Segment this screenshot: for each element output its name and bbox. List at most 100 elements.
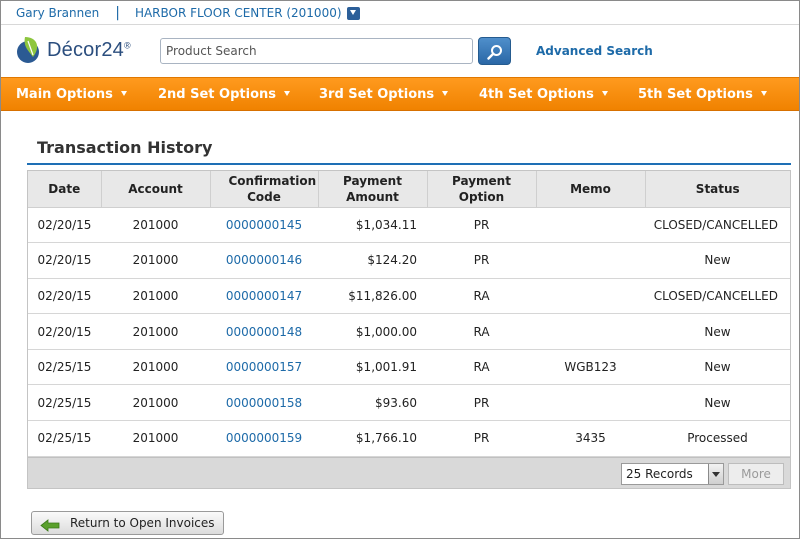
cell-date: 02/25/15 [28, 420, 101, 457]
col-header-account[interactable]: Account [101, 171, 211, 208]
nav-main-options-label: Main Options [16, 87, 113, 102]
table-header-row: Date Account Confirmation Code Payment A… [28, 171, 790, 208]
cell-date: 02/20/15 [28, 278, 101, 315]
cell-memo [536, 313, 645, 350]
cell-account: 201000 [101, 313, 210, 350]
cell-amount: $1,766.10 [318, 420, 427, 457]
caret-down-icon [284, 91, 291, 96]
records-per-page-select[interactable]: 25 Records [621, 462, 724, 485]
cell-status: New [645, 242, 790, 279]
return-to-open-invoices-button[interactable]: Return to Open Invoices [31, 511, 224, 535]
confirmation-code-link[interactable]: 0000000145 [226, 218, 302, 232]
user-bar-separator: | [115, 4, 120, 21]
search-button[interactable] [478, 37, 511, 65]
confirmation-code-link[interactable]: 0000000148 [226, 325, 302, 339]
cell-amount: $11,826.00 [318, 278, 427, 315]
cell-account: 201000 [101, 278, 210, 315]
main-nav: Main Options 2nd Set Options 3rd Set Opt… [1, 77, 799, 111]
col-header-confirmation-code[interactable]: Confirmation Code [210, 171, 319, 208]
caret-down-icon [760, 91, 767, 96]
cell-date: 02/20/15 [28, 207, 101, 244]
table-row: 02/20/15 201000 0000000148 $1,000.00 RA … [28, 313, 790, 350]
col-header-memo[interactable]: Memo [536, 171, 646, 208]
cell-memo [536, 207, 645, 244]
table-row: 02/25/15 201000 0000000157 $1,001.91 RA … [28, 349, 790, 386]
cell-option: RA [427, 313, 536, 350]
chevron-down-icon[interactable] [708, 463, 723, 484]
product-search-input[interactable] [160, 38, 473, 64]
cell-option: PR [427, 420, 536, 457]
title-divider [27, 163, 791, 165]
confirmation-code-link[interactable]: 0000000158 [226, 396, 302, 410]
confirmation-code-link[interactable]: 0000000146 [226, 253, 302, 267]
cell-account: 201000 [101, 349, 210, 386]
cell-account: 201000 [101, 384, 210, 422]
confirmation-code-link[interactable]: 0000000157 [226, 360, 302, 374]
nav-4th-set-options-label: 4th Set Options [479, 87, 594, 102]
cell-option: PR [427, 242, 536, 279]
cell-date: 02/25/15 [28, 349, 101, 386]
logo-wordmark: Décor24 [47, 38, 124, 61]
cell-memo [536, 242, 645, 279]
cell-account: 201000 [101, 242, 210, 279]
table-row: 02/25/15 201000 0000000158 $93.60 PR New [28, 384, 790, 422]
user-bar: Gary Brannen | HARBOR FLOOR CENTER (2010… [1, 1, 799, 25]
logo-leaf-icon [15, 33, 45, 67]
nav-4th-set-options[interactable]: 4th Set Options [479, 78, 608, 111]
nav-2nd-set-options-label: 2nd Set Options [158, 87, 277, 102]
logo-text: Décor24® [47, 39, 131, 62]
table-row: 02/25/15 201000 0000000159 $1,766.10 PR … [28, 420, 790, 457]
nav-3rd-set-options[interactable]: 3rd Set Options [319, 78, 449, 111]
cell-date: 02/25/15 [28, 384, 101, 422]
cell-status: New [645, 349, 790, 386]
table-row: 02/20/15 201000 0000000146 $124.20 PR Ne… [28, 242, 790, 279]
search-icon [487, 45, 502, 60]
cell-amount: $124.20 [318, 242, 427, 279]
col-header-date[interactable]: Date [28, 171, 102, 208]
store-dropdown-icon[interactable] [346, 7, 360, 20]
nav-3rd-set-options-label: 3rd Set Options [319, 87, 435, 102]
cell-status: New [645, 384, 790, 422]
table-row: 02/20/15 201000 0000000147 $11,826.00 RA… [28, 278, 790, 315]
table-row: 02/20/15 201000 0000000145 $1,034.11 PR … [28, 207, 790, 244]
cell-status: CLOSED/CANCELLED [645, 278, 790, 315]
cell-date: 02/20/15 [28, 313, 101, 350]
cell-status: Processed [645, 420, 790, 457]
table-footer-bar: 25 Records More [28, 456, 790, 488]
more-button[interactable]: More [728, 462, 784, 485]
nav-2nd-set-options[interactable]: 2nd Set Options [158, 78, 291, 111]
nav-5th-set-options[interactable]: 5th Set Options [638, 78, 767, 111]
nav-main-options[interactable]: Main Options [16, 78, 127, 111]
cell-option: RA [427, 349, 536, 386]
user-name-link[interactable]: Gary Brannen [16, 6, 99, 20]
caret-down-icon [120, 91, 127, 96]
store-selector-link[interactable]: HARBOR FLOOR CENTER (201000) [135, 6, 342, 20]
col-header-payment-amount[interactable]: Payment Amount [318, 171, 428, 208]
transaction-table: Date Account Confirmation Code Payment A… [28, 171, 790, 457]
cell-memo [536, 384, 645, 422]
nav-5th-set-options-label: 5th Set Options [638, 87, 753, 102]
cell-account: 201000 [101, 207, 210, 244]
cell-memo: WGB123 [536, 349, 645, 386]
cell-account: 201000 [101, 420, 210, 457]
header: Décor24® Advanced Search [1, 25, 799, 77]
cell-memo: 3435 [536, 420, 645, 457]
cell-status: CLOSED/CANCELLED [645, 207, 790, 244]
confirmation-code-link[interactable]: 0000000159 [226, 431, 302, 445]
cell-memo [536, 278, 645, 315]
logo[interactable]: Décor24® [15, 33, 131, 67]
col-header-status[interactable]: Status [645, 171, 790, 208]
col-header-payment-option[interactable]: Payment Option [427, 171, 537, 208]
transaction-table-panel: Date Account Confirmation Code Payment A… [27, 170, 791, 489]
arrow-left-icon [40, 517, 60, 539]
page-title: Transaction History [37, 138, 213, 157]
records-per-page-value: 25 Records [626, 466, 693, 481]
return-button-label: Return to Open Invoices [70, 516, 215, 530]
logo-registered-mark: ® [124, 39, 131, 50]
cell-option: PR [427, 207, 536, 244]
cell-status: New [645, 313, 790, 350]
confirmation-code-link[interactable]: 0000000147 [226, 289, 302, 303]
caret-down-icon [442, 91, 449, 96]
cell-amount: $1,000.00 [318, 313, 427, 350]
advanced-search-link[interactable]: Advanced Search [536, 44, 653, 58]
